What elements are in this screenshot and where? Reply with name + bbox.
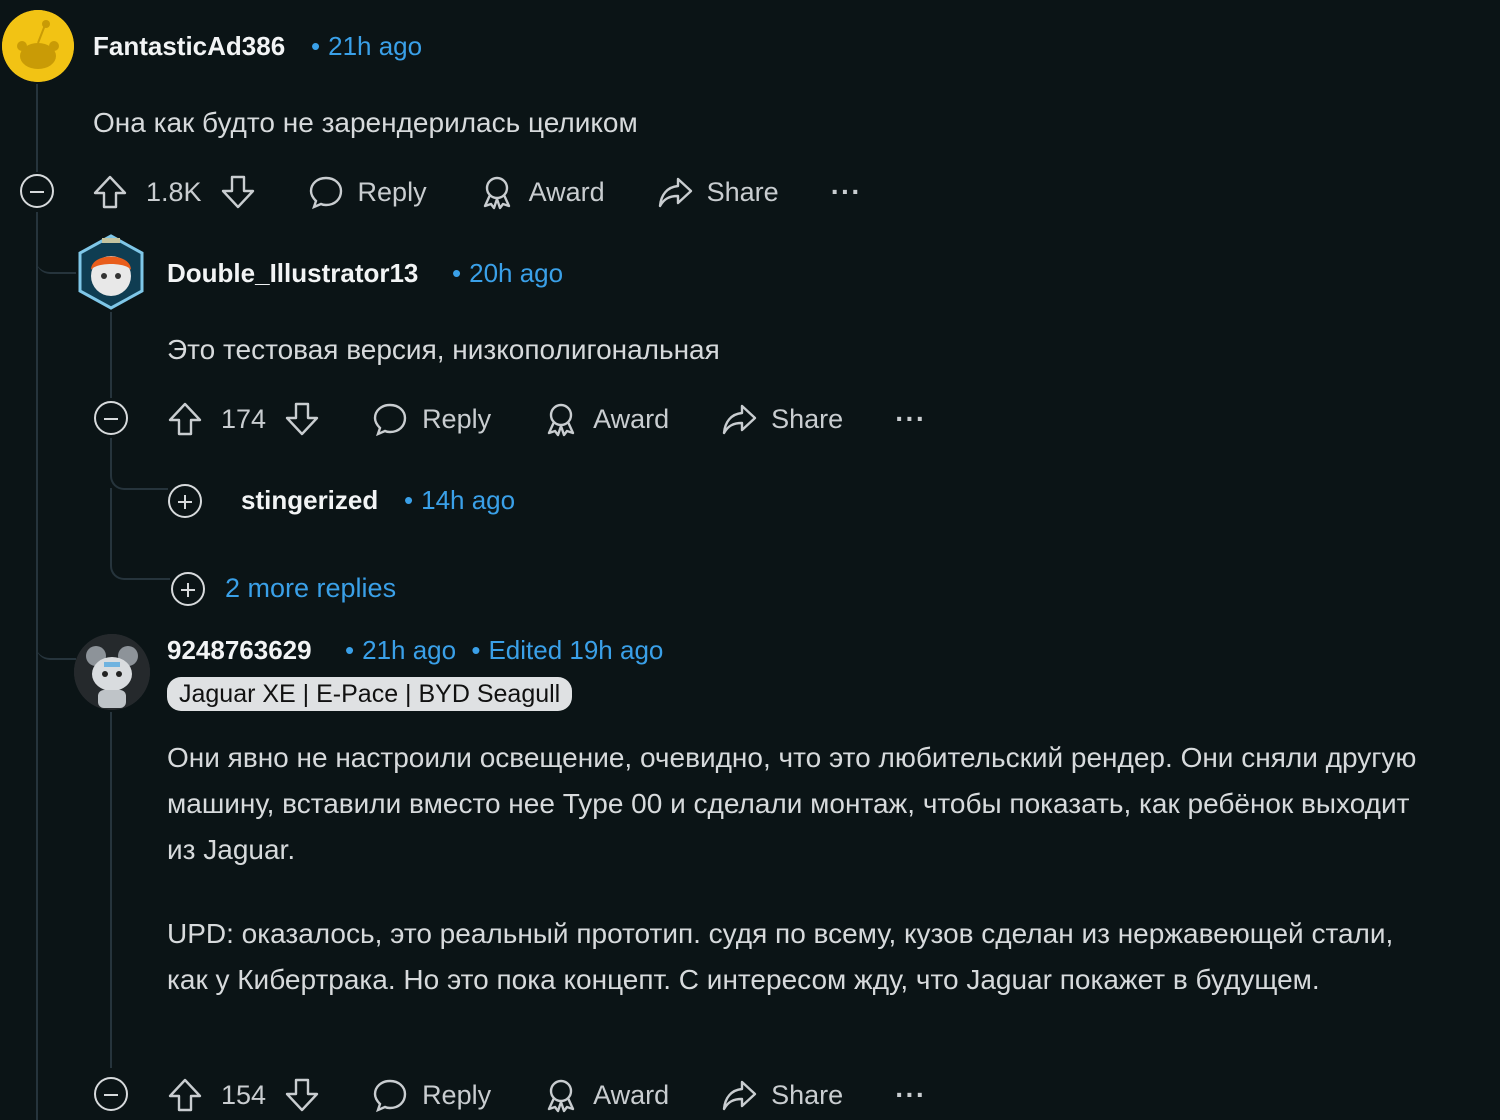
avatar[interactable]	[2, 10, 74, 82]
thread-branch	[110, 488, 170, 580]
comment-actions: 154 Reply Award Share ···	[167, 1073, 926, 1117]
comment-body: UPD: оказалось, это реальный прототип. с…	[167, 918, 1394, 995]
more-replies-icon[interactable]	[171, 572, 205, 606]
vote-group: 1.8K	[92, 174, 256, 210]
reply-icon	[309, 176, 342, 210]
share-icon	[722, 1080, 757, 1111]
snoo-avatar-icon	[78, 234, 144, 310]
comment-body: Это тестовая версия, низкополигональная	[167, 334, 720, 365]
comment-timestamp[interactable]: • 20h ago	[452, 258, 563, 289]
user-flair: Jaguar XE | E-Pace | BYD Seagull	[167, 677, 573, 711]
comment-actions: 174 Reply Award Share ···	[167, 397, 926, 441]
comment-username[interactable]: Double_Illustrator13	[167, 258, 418, 289]
vote-count: 154	[221, 1079, 267, 1110]
thread-line	[36, 212, 38, 1120]
upvote-icon[interactable]	[167, 1077, 203, 1113]
reply-icon	[373, 1079, 407, 1113]
vote-count: 174	[221, 403, 267, 434]
thread-line	[110, 312, 112, 398]
comment-actions: 1.8K Reply Award Share ···	[92, 170, 862, 214]
award-button[interactable]: Award	[479, 174, 605, 210]
comment-username[interactable]: stingerized	[241, 485, 378, 516]
downvote-icon[interactable]	[284, 1077, 320, 1113]
share-button[interactable]: Share	[657, 174, 779, 210]
share-icon	[658, 177, 692, 208]
thread-line	[36, 84, 38, 172]
downvote-icon[interactable]	[284, 401, 320, 437]
thread-line	[110, 712, 112, 1068]
comment-username[interactable]: FantasticAd386	[93, 31, 285, 62]
snoo-avatar-icon	[2, 10, 74, 82]
vote-group: 174	[167, 401, 320, 437]
thread-branch	[36, 600, 76, 660]
overflow-menu-icon[interactable]: ···	[895, 1079, 926, 1111]
share-button[interactable]: Share	[721, 1077, 843, 1113]
snoo-avatar-icon	[74, 634, 150, 710]
downvote-icon[interactable]	[220, 174, 256, 210]
avatar[interactable]	[74, 634, 150, 710]
reply-button[interactable]: Reply	[308, 174, 427, 210]
avatar[interactable]	[76, 234, 146, 310]
thread-branch	[110, 438, 168, 490]
collapse-button[interactable]	[20, 174, 54, 208]
award-icon	[547, 403, 575, 437]
more-replies-link[interactable]: 2 more replies	[225, 573, 396, 604]
collapse-button[interactable]	[94, 1077, 128, 1111]
collapse-button[interactable]	[94, 401, 128, 435]
comment-timestamp[interactable]: • 21h ago	[311, 31, 422, 62]
comment-username[interactable]: 9248763629	[167, 635, 312, 666]
share-button[interactable]: Share	[721, 401, 843, 437]
reply-button[interactable]: Reply	[372, 401, 491, 437]
award-button[interactable]: Award	[543, 401, 669, 437]
award-icon	[483, 176, 510, 210]
vote-count: 1.8K	[146, 176, 202, 207]
expand-button[interactable]	[168, 484, 202, 518]
vote-group: 154	[167, 1077, 320, 1113]
comment-body: Они явно не настроили освещение, очевидн…	[167, 742, 1417, 865]
thread-branch	[36, 214, 76, 274]
upvote-icon[interactable]	[167, 401, 203, 437]
reply-button[interactable]: Reply	[372, 1077, 491, 1113]
comment-timestamp[interactable]: • 21h ago • Edited 19h ago	[345, 635, 663, 666]
edited-label: Edited 19h ago	[488, 635, 664, 665]
comment-body: Она как будто не зарендерилась целиком	[93, 107, 638, 138]
comment-timestamp[interactable]: • 14h ago	[404, 485, 515, 516]
overflow-menu-icon[interactable]: ···	[831, 176, 862, 208]
award-button[interactable]: Award	[543, 1077, 669, 1113]
upvote-icon[interactable]	[92, 174, 128, 210]
reply-icon	[373, 403, 407, 437]
award-icon	[547, 1079, 575, 1113]
share-icon	[722, 404, 757, 435]
overflow-menu-icon[interactable]: ···	[895, 403, 926, 435]
